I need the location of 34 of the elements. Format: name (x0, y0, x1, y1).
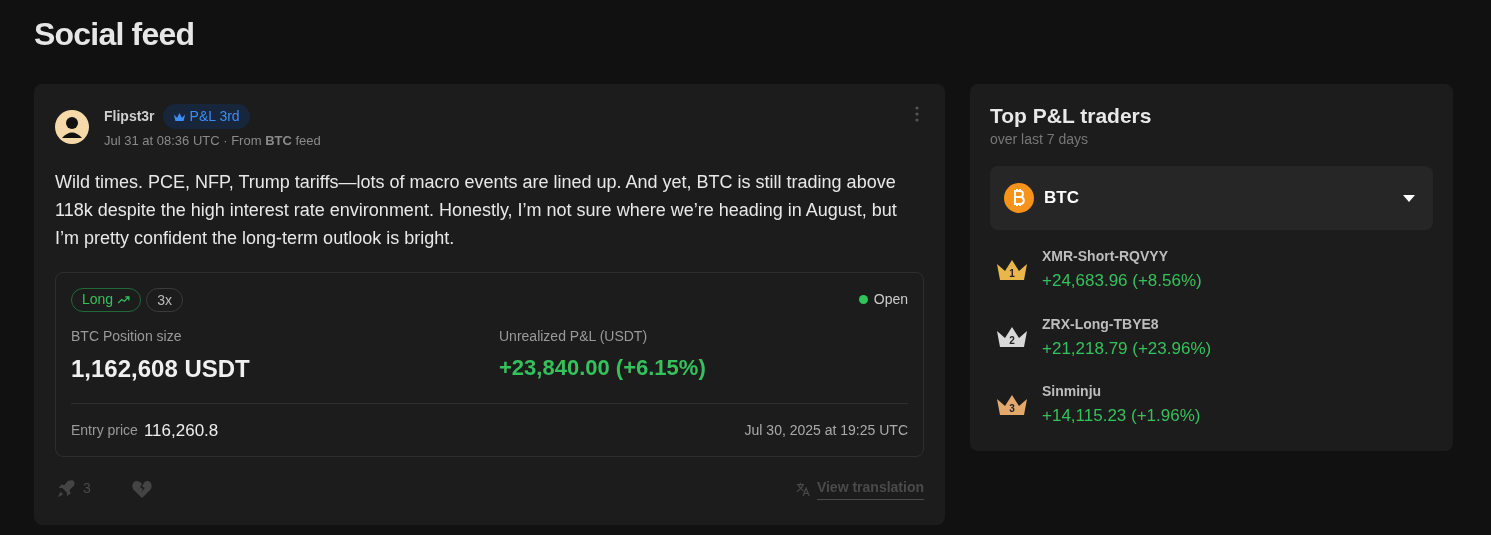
size-label: BTC Position size (71, 326, 183, 346)
entry-value: 116,260.8 (143, 419, 219, 442)
entry-label: Entry price (71, 420, 138, 440)
trend-up-icon (117, 295, 131, 304)
broken-heart-icon[interactable] (130, 478, 153, 499)
avatar-icon (55, 110, 89, 144)
page-title: Social feed (34, 16, 196, 52)
more-icon[interactable] (915, 106, 919, 122)
trader-pnl: +21,218.79 (+23.96%) (1042, 337, 1212, 360)
trader-name[interactable]: ZRX-Long-TBYE8 (1042, 313, 1212, 335)
rank-number: 1 (1008, 268, 1016, 279)
bitcoin-icon (1004, 183, 1034, 213)
leaderboard-subtitle: over last 7 days (990, 130, 1090, 149)
rank-number: 3 (1008, 403, 1016, 414)
pnl-value: +23,840.00 (+6.15%) (499, 353, 706, 382)
crown-icon (172, 111, 186, 122)
rank-badge: P&L 3rd (162, 104, 250, 129)
author-name[interactable]: Flipst3r (104, 106, 155, 127)
status-label: Open (873, 290, 908, 309)
caret-icon (1403, 194, 1415, 202)
post-meta: Jul 31 at 08:36 UTC · From BTC feed (104, 132, 322, 150)
leaderboard-title: Top P&L traders (990, 104, 1153, 128)
rank-number: 2 (1008, 336, 1016, 347)
trader-pnl: +24,683.96 (+8.56%) (1042, 270, 1202, 292)
size-value: 1,162,608 USDT (71, 353, 251, 384)
translate-icon (794, 480, 811, 497)
post-text: Wild times. PCE, NFP, Trump tariffs—lots of macro events are lined up. And yet, BTC is still trading above 118k despite the high interest rate environment. Honestly, I’m not sure where we’re heading in August, but I’m pretty confident the long-term outlook is bright. (55, 170, 898, 250)
pnl-label: Unrealized P&L (USDT) (499, 326, 649, 346)
open-time: Jul 30, 2025 at 19:25 UTC (744, 420, 908, 440)
trader-name[interactable]: XMR-Short-RQVYY (1042, 246, 1202, 267)
trader-pnl: +14,115.23 (+1.96%) (1042, 405, 1201, 427)
trader-name[interactable]: Sinminju (1042, 381, 1201, 402)
asset-dropdown[interactable]: BTC (990, 166, 1433, 230)
rocket-icon (55, 477, 77, 500)
